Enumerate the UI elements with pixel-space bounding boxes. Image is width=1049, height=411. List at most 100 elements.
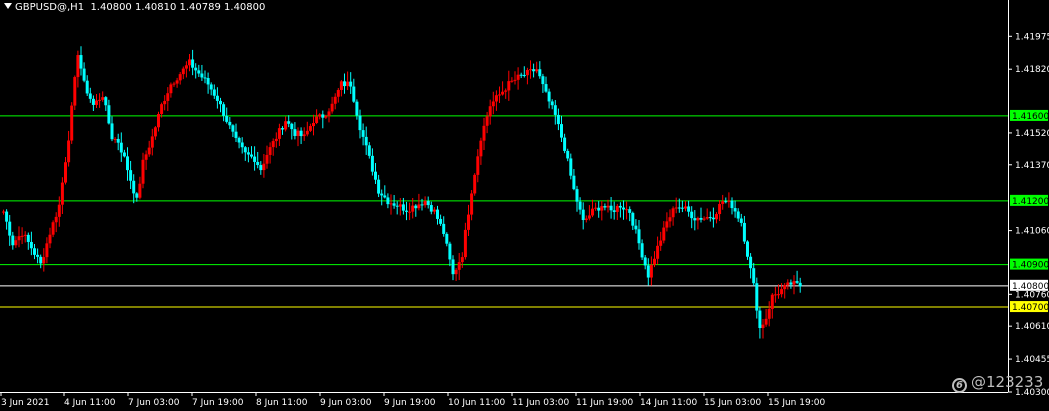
candle-body bbox=[346, 81, 350, 87]
candle-body bbox=[194, 67, 198, 71]
candle-body bbox=[401, 204, 405, 211]
candle-body bbox=[67, 140, 71, 163]
candle-body bbox=[392, 203, 396, 206]
x-tick-label: 7 Jun 19:00 bbox=[192, 398, 244, 408]
candle-body bbox=[147, 147, 151, 155]
candle-body bbox=[662, 227, 666, 241]
price-chart[interactable]: 1.41975 1.41820 1.41520 1.41370 1.41060 1.407… bbox=[0, 0, 1049, 411]
candle-body bbox=[560, 124, 563, 138]
candle-body bbox=[284, 121, 288, 130]
candle-body bbox=[17, 236, 21, 241]
candle-body bbox=[246, 152, 250, 155]
candle-body bbox=[361, 130, 365, 137]
candle-body bbox=[110, 123, 114, 140]
candle-body bbox=[637, 229, 641, 244]
dropdown-triangle-icon[interactable] bbox=[4, 3, 12, 9]
x-tick-label: 4 Jun 11:00 bbox=[64, 398, 116, 408]
candle-body bbox=[680, 207, 684, 209]
candle-body bbox=[501, 91, 505, 95]
candle-body bbox=[454, 269, 458, 275]
candle-body bbox=[184, 65, 188, 69]
candle-body bbox=[60, 182, 64, 205]
candles bbox=[2, 46, 802, 339]
candle-body bbox=[107, 105, 111, 124]
candle-body bbox=[563, 137, 567, 151]
candle-body bbox=[634, 225, 638, 230]
candle-body bbox=[436, 209, 439, 219]
candle-body bbox=[169, 84, 173, 94]
candle-body bbox=[510, 80, 514, 82]
candle-body bbox=[33, 248, 36, 255]
candle-body bbox=[51, 222, 55, 235]
candle-body bbox=[547, 91, 551, 102]
candle-body bbox=[5, 211, 9, 222]
candle-body bbox=[653, 258, 656, 265]
candle-body bbox=[181, 68, 185, 75]
candle-body bbox=[767, 309, 771, 319]
candle-body bbox=[157, 114, 160, 128]
candle-body bbox=[742, 222, 746, 242]
x-tick-label: 11 Jun 03:00 bbox=[512, 398, 569, 408]
candle-body bbox=[457, 262, 461, 270]
x-tick-label: 9 Jun 03:00 bbox=[320, 398, 372, 408]
candle-body bbox=[625, 209, 629, 211]
candle-body bbox=[8, 221, 12, 236]
candle-body bbox=[11, 235, 15, 246]
candle-body bbox=[339, 81, 343, 90]
candle-body bbox=[88, 93, 92, 99]
candle-body bbox=[299, 130, 303, 137]
y-tick-label: 1.41820 bbox=[1015, 65, 1049, 75]
candle-body bbox=[364, 136, 368, 146]
x-tick-label: 15 Jun 03:00 bbox=[704, 398, 761, 408]
candle-body bbox=[206, 78, 210, 85]
symbol-label: GBPUSD@,H1 bbox=[15, 2, 85, 13]
candle-body bbox=[727, 200, 731, 202]
candle-body bbox=[578, 201, 582, 210]
candle-body bbox=[482, 125, 486, 141]
candle-body bbox=[370, 155, 374, 172]
candle-body bbox=[113, 138, 117, 140]
candle-body bbox=[777, 294, 780, 296]
candle-body bbox=[281, 128, 284, 130]
candle-body bbox=[420, 204, 424, 206]
candle-body bbox=[138, 183, 142, 198]
candle-body bbox=[296, 130, 300, 136]
level-tag-label: 1.41200 bbox=[1012, 197, 1049, 207]
candle-body bbox=[377, 179, 381, 194]
candle-body bbox=[467, 214, 470, 230]
level-tag-label: 1.40700 bbox=[1012, 303, 1049, 313]
candle-body bbox=[761, 324, 765, 329]
candle-body bbox=[268, 147, 272, 155]
candle-body bbox=[262, 163, 266, 171]
candle-body bbox=[132, 180, 136, 194]
candle-body bbox=[721, 201, 725, 205]
candle-body bbox=[36, 254, 40, 257]
candle-body bbox=[122, 152, 126, 157]
x-tick-label: 9 Jun 19:00 bbox=[384, 398, 436, 408]
candle-body bbox=[324, 115, 328, 118]
candle-body bbox=[513, 79, 517, 81]
candle-body bbox=[597, 207, 601, 211]
candle-body bbox=[544, 84, 548, 92]
candle-body bbox=[45, 243, 49, 258]
candle-body bbox=[243, 147, 247, 153]
candle-body bbox=[389, 203, 393, 205]
candle-body bbox=[197, 70, 201, 74]
candle-body bbox=[730, 200, 734, 209]
candle-body bbox=[659, 240, 663, 246]
candle-body bbox=[287, 121, 291, 124]
candle-body bbox=[541, 76, 545, 85]
candle-body bbox=[150, 136, 154, 148]
candle-body bbox=[739, 218, 743, 223]
candle-body bbox=[463, 229, 467, 258]
candle-body bbox=[91, 98, 95, 105]
candle-body bbox=[423, 201, 427, 206]
candle-body bbox=[333, 96, 337, 104]
candle-body bbox=[566, 150, 570, 159]
candle-body bbox=[321, 114, 325, 118]
candle-body bbox=[191, 59, 195, 68]
candle-body bbox=[529, 69, 532, 71]
candle-body bbox=[398, 204, 402, 207]
candle-body bbox=[699, 217, 703, 220]
candle-body bbox=[70, 105, 74, 141]
